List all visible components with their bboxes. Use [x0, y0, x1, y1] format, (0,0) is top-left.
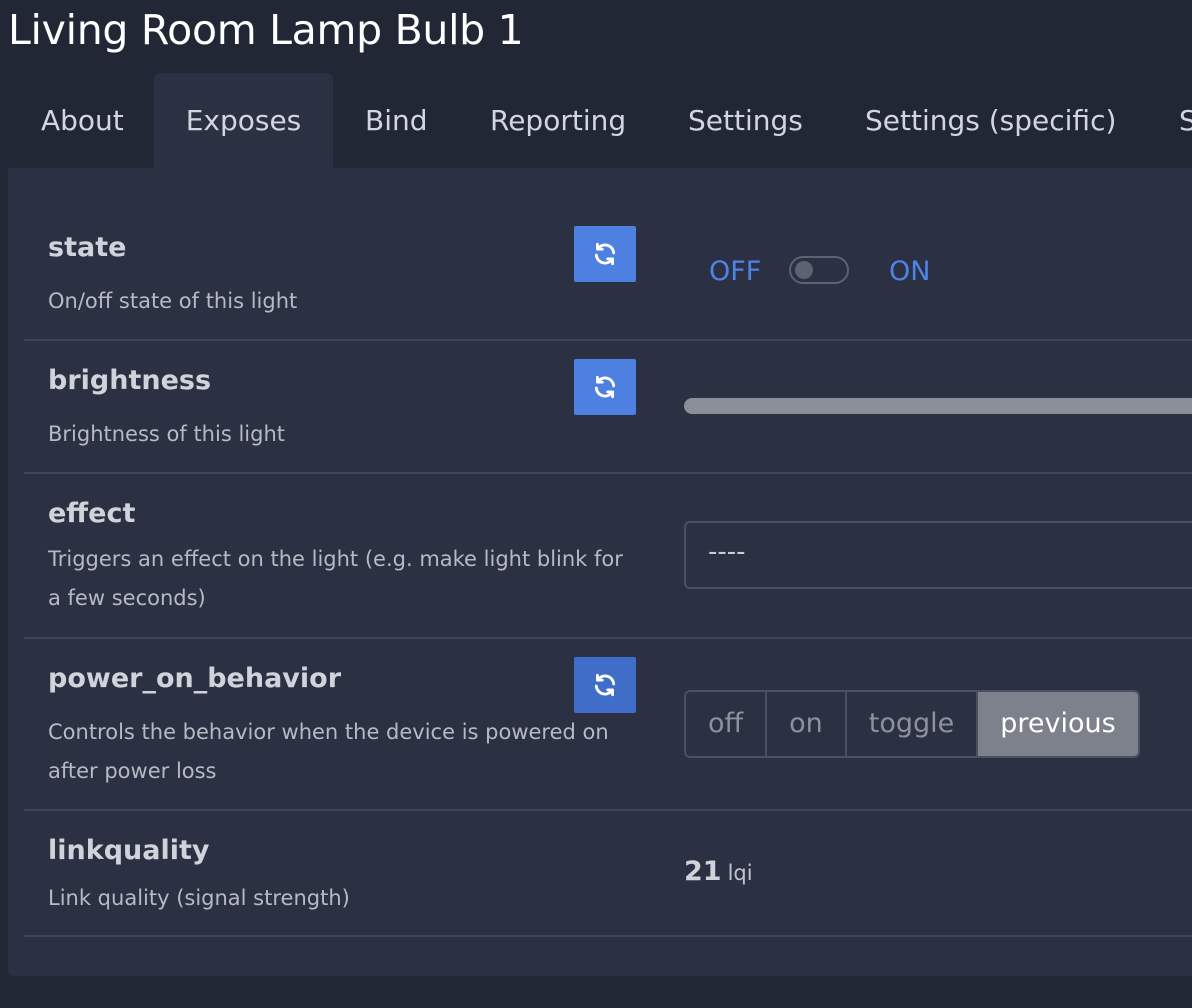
state-toggle-switch[interactable] [789, 256, 849, 284]
option-toggle[interactable]: toggle [847, 692, 979, 756]
exposes-panel: state On/off state of this light OFF ON … [8, 168, 1192, 976]
expose-row-brightness: brightness Brightness of this light [24, 341, 1192, 474]
tab-exposes[interactable]: Exposes [154, 73, 333, 168]
expose-name: brightness [48, 365, 212, 396]
switch-knob [795, 261, 813, 279]
brightness-slider[interactable] [684, 398, 1192, 414]
refresh-power-on-behavior-button[interactable] [574, 657, 636, 713]
tab-overflow[interactable]: S [1179, 73, 1192, 168]
refresh-brightness-button[interactable] [574, 359, 636, 415]
linkquality-unit: lqi [727, 861, 753, 885]
linkquality-value: 21 [684, 856, 722, 887]
device-page: Living Room Lamp Bulb 1 About Exposes Bi… [0, 0, 1192, 1008]
page-title: Living Room Lamp Bulb 1 [8, 6, 524, 54]
refresh-state-button[interactable] [574, 226, 636, 282]
option-off[interactable]: off [686, 692, 768, 756]
expose-row-state: state On/off state of this light OFF ON [24, 168, 1192, 341]
tab-settings-specific[interactable]: Settings (specific) [865, 73, 1116, 168]
expose-description: Link quality (signal strength) [48, 886, 350, 910]
expose-row-linkquality: linkquality Link quality (signal strengt… [24, 811, 1192, 937]
linkquality-readout: 21 lqi [684, 856, 753, 887]
tab-about[interactable]: About [8, 73, 157, 168]
expose-description: On/off state of this light [48, 289, 298, 313]
effect-select-value: ---- [708, 537, 746, 567]
tab-bind[interactable]: Bind [365, 73, 428, 168]
tab-bar: About Exposes Bind Reporting Settings Se… [8, 73, 1192, 168]
option-on[interactable]: on [767, 692, 847, 756]
refresh-icon [594, 375, 616, 399]
effect-select[interactable]: ---- [684, 521, 1192, 589]
expose-name: power_on_behavior [48, 663, 342, 694]
refresh-icon [594, 242, 616, 266]
state-off-label[interactable]: OFF [709, 256, 761, 287]
state-on-label[interactable]: ON [889, 256, 930, 287]
tab-reporting[interactable]: Reporting [490, 73, 626, 168]
expose-name: state [48, 232, 127, 263]
expose-row-effect: effect Triggers an effect on the light (… [24, 474, 1192, 639]
refresh-icon [594, 673, 616, 697]
expose-name: linkquality [48, 835, 210, 866]
expose-description: Triggers an effect on the light (e.g. ma… [48, 547, 623, 610]
power-on-behavior-options: off on toggle previous [684, 690, 1140, 758]
option-previous[interactable]: previous [978, 692, 1138, 756]
expose-description: Controls the behavior when the device is… [48, 720, 609, 783]
expose-name: effect [48, 498, 136, 529]
tab-settings[interactable]: Settings [688, 73, 803, 168]
expose-row-power-on-behavior: power_on_behavior Controls the behavior … [24, 639, 1192, 811]
expose-description: Brightness of this light [48, 422, 285, 446]
